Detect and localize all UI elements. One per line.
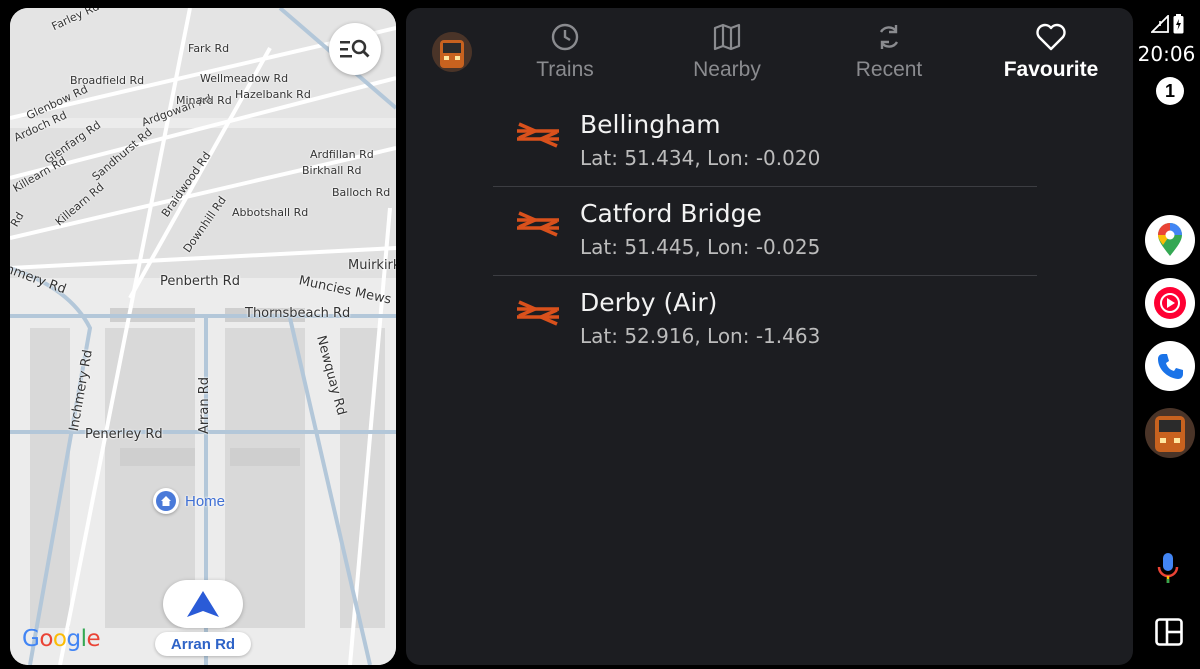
station-name: Derby (Air): [580, 288, 718, 317]
street-label: Penberth Rd: [160, 274, 240, 289]
national-rail-icon: [517, 211, 559, 237]
tab-label: Nearby: [693, 58, 761, 81]
notification-badge[interactable]: 1: [1156, 77, 1184, 105]
national-rail-icon: [517, 300, 559, 326]
street-label: Penerley Rd: [85, 427, 163, 442]
street-label: Thornsbeach Rd: [245, 306, 351, 321]
signal-icon: [1151, 15, 1169, 33]
train-app-icon[interactable]: [1145, 408, 1195, 458]
refresh-icon: [879, 25, 899, 49]
national-rail-icon: [517, 122, 559, 148]
street-label: Balloch Rd: [332, 186, 391, 199]
layout-icon[interactable]: [1155, 618, 1183, 651]
station-coordinates: Lat: 52.916, Lon: -1.463: [580, 324, 821, 348]
tab-label: Trains: [536, 58, 594, 81]
home-label: Home: [185, 492, 226, 510]
microphone-icon[interactable]: [1157, 553, 1179, 590]
google-logo: Google: [22, 626, 101, 652]
tab-nearby[interactable]: Nearby: [652, 18, 802, 98]
station-name: Catford Bridge: [580, 199, 762, 228]
train-app-icon[interactable]: [432, 32, 472, 72]
navigation-arrow: [163, 580, 243, 628]
tab-label: Favourite: [1003, 58, 1099, 81]
clock: 20:06: [1137, 42, 1196, 66]
tab-recent[interactable]: Recent: [814, 18, 964, 98]
tab-trains[interactable]: Trains: [490, 18, 640, 98]
street-label: Wellmeadow Rd: [200, 72, 289, 85]
search-list-icon: [340, 39, 370, 58]
navigation-arrow-icon: [187, 591, 219, 617]
tab-favourite[interactable]: Favourite: [976, 18, 1126, 98]
street-label: Minard Rd: [176, 94, 232, 107]
home-marker[interactable]: Home: [153, 488, 225, 514]
tab-bar: Trains Nearby Recent Favourite: [486, 18, 1126, 98]
map-view[interactable]: Penberth Rd Thornsbeach Rd Muirkirk Munc…: [10, 8, 396, 665]
home-icon: [153, 488, 179, 514]
youtube-music-icon[interactable]: [1145, 278, 1195, 328]
station-name: Bellingham: [580, 110, 721, 139]
phone-icon[interactable]: [1145, 341, 1195, 391]
station-row[interactable]: Derby (Air) Lat: 52.916, Lon: -1.463: [493, 276, 1037, 365]
heart-icon: [1036, 23, 1066, 51]
street-label: Muirkirk: [348, 258, 396, 273]
android-auto-screen: Penberth Rd Thornsbeach Rd Muirkirk Munc…: [0, 0, 1200, 669]
google-maps-icon[interactable]: [1145, 215, 1195, 265]
station-coordinates: Lat: 51.434, Lon: -0.020: [580, 146, 821, 170]
street-label: Hazelbank Rd: [235, 88, 311, 101]
map-search-button[interactable]: [329, 23, 381, 75]
map-icon: [713, 23, 741, 51]
street-label: Birkhall Rd: [302, 164, 362, 177]
status-icons: [1151, 14, 1184, 34]
battery-icon: [1173, 14, 1184, 34]
system-rail: 20:06 1: [1133, 0, 1200, 669]
favourite-stations-list: Bellingham Lat: 51.434, Lon: -0.020 Catf…: [493, 98, 1037, 365]
street-label: Ardfillan Rd: [310, 148, 374, 161]
current-road-label: Arran Rd: [155, 632, 251, 656]
street-label: Arran Rd: [196, 377, 212, 434]
tab-label: Recent: [855, 58, 923, 81]
station-coordinates: Lat: 51.445, Lon: -0.025: [580, 235, 821, 259]
street-label: Abbotshall Rd: [232, 206, 309, 219]
app-panel: Trains Nearby Recent Favourite Bellingha…: [406, 8, 1133, 665]
station-row[interactable]: Bellingham Lat: 51.434, Lon: -0.020: [493, 98, 1037, 187]
station-row[interactable]: Catford Bridge Lat: 51.445, Lon: -0.025: [493, 187, 1037, 276]
street-label: Fark Rd: [188, 42, 230, 55]
clock-icon: [551, 23, 579, 51]
